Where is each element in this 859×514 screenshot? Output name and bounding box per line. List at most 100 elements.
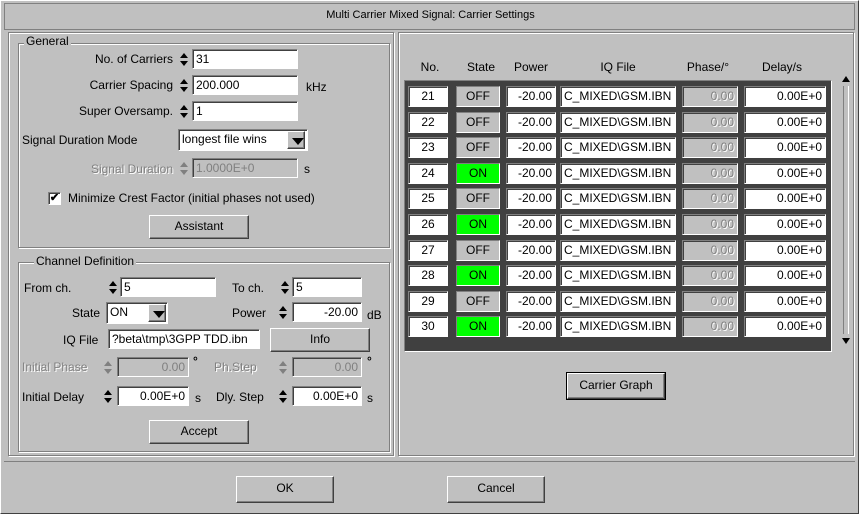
row-power[interactable]: -20.00: [506, 291, 556, 312]
row-power[interactable]: -20.00: [506, 163, 556, 184]
row-iq-file[interactable]: C_MIXED\GSM.IBN: [560, 137, 676, 158]
row-state[interactable]: OFF: [456, 86, 500, 107]
row-number[interactable]: 30: [408, 316, 448, 337]
row-state[interactable]: ON: [456, 214, 500, 235]
row-iq-file[interactable]: C_MIXED\GSM.IBN: [560, 163, 676, 184]
num-carriers-spinner-icon[interactable]: [179, 51, 189, 69]
row-number[interactable]: 25: [408, 188, 448, 209]
window-title: Multi Carrier Mixed Signal: Carrier Sett…: [324, 9, 537, 21]
initial-delay-input[interactable]: 0.00E+0: [117, 386, 189, 406]
minimize-crest-checkbox[interactable]: ✔: [48, 192, 61, 205]
signal-duration-label: Signal Duration: [90, 162, 173, 176]
info-button[interactable]: Info: [270, 328, 370, 352]
initial-phase-label: Initial Phase: [22, 360, 88, 374]
table-row[interactable]: 26 ON -20.00 C_MIXED\GSM.IBN 0.00 0.00E+0: [408, 214, 828, 236]
row-iq-file[interactable]: C_MIXED\GSM.IBN: [560, 265, 676, 286]
row-delay[interactable]: 0.00E+0: [744, 291, 826, 312]
scroll-up-icon[interactable]: [842, 76, 850, 82]
row-iq-file[interactable]: C_MIXED\GSM.IBN: [560, 214, 676, 235]
row-number[interactable]: 27: [408, 240, 448, 261]
row-delay[interactable]: 0.00E+0: [744, 137, 826, 158]
dly-step-unit: s: [367, 391, 373, 405]
super-oversamp-spinner-icon[interactable]: [179, 103, 189, 121]
to-channel-spinner-icon[interactable]: [280, 279, 290, 297]
row-phase: 0.00: [682, 137, 738, 158]
table-row[interactable]: 30 ON -20.00 C_MIXED\GSM.IBN 0.00 0.00E+0: [408, 316, 828, 338]
cancel-button[interactable]: Cancel: [447, 476, 545, 503]
row-power[interactable]: -20.00: [506, 188, 556, 209]
row-iq-file[interactable]: C_MIXED\GSM.IBN: [560, 316, 676, 337]
row-number[interactable]: 26: [408, 214, 448, 235]
row-power[interactable]: -20.00: [506, 112, 556, 133]
carrier-spacing-input[interactable]: 200.000: [192, 75, 298, 95]
row-state[interactable]: OFF: [456, 137, 500, 158]
col-header-delay: Delay/s: [761, 60, 802, 74]
row-state[interactable]: ON: [456, 163, 500, 184]
carrier-spacing-spinner-icon[interactable]: [179, 77, 189, 95]
row-power[interactable]: -20.00: [506, 86, 556, 107]
power-input[interactable]: -20.00: [292, 302, 362, 322]
table-row[interactable]: 29 OFF -20.00 C_MIXED\GSM.IBN 0.00 0.00E+0: [408, 291, 828, 313]
row-iq-file[interactable]: C_MIXED\GSM.IBN: [560, 112, 676, 133]
signal-duration-spinner-icon: [179, 160, 189, 178]
from-channel-input[interactable]: 5: [120, 277, 216, 297]
assistant-button[interactable]: Assistant: [149, 215, 249, 239]
row-state[interactable]: OFF: [456, 112, 500, 133]
initial-delay-spinner-icon[interactable]: [103, 388, 113, 406]
row-delay[interactable]: 0.00E+0: [744, 163, 826, 184]
state-chevron-down-icon[interactable]: [148, 304, 166, 322]
row-power[interactable]: -20.00: [506, 316, 556, 337]
row-power[interactable]: -20.00: [506, 265, 556, 286]
row-delay[interactable]: 0.00E+0: [744, 86, 826, 107]
row-power[interactable]: -20.00: [506, 137, 556, 158]
row-number[interactable]: 29: [408, 291, 448, 312]
row-iq-file[interactable]: C_MIXED\GSM.IBN: [560, 291, 676, 312]
row-delay[interactable]: 0.00E+0: [744, 316, 826, 337]
iq-file-input[interactable]: ?beta\tmp\3GPP TDD.ibn: [108, 329, 260, 349]
row-number[interactable]: 23: [408, 137, 448, 158]
row-state[interactable]: OFF: [456, 240, 500, 261]
table-row[interactable]: 24 ON -20.00 C_MIXED\GSM.IBN 0.00 0.00E+0: [408, 163, 828, 185]
dly-step-spinner-icon[interactable]: [278, 388, 288, 406]
row-phase: 0.00: [682, 265, 738, 286]
row-number[interactable]: 24: [408, 163, 448, 184]
chevron-down-icon[interactable]: [287, 131, 305, 149]
row-power[interactable]: -20.00: [506, 240, 556, 261]
row-state[interactable]: OFF: [456, 291, 500, 312]
row-state[interactable]: OFF: [456, 188, 500, 209]
row-iq-file[interactable]: C_MIXED\GSM.IBN: [560, 188, 676, 209]
row-delay[interactable]: 0.00E+0: [744, 265, 826, 286]
dly-step-input[interactable]: 0.00E+0: [292, 386, 362, 406]
row-iq-file[interactable]: C_MIXED\GSM.IBN: [560, 240, 676, 261]
table-row[interactable]: 28 ON -20.00 C_MIXED\GSM.IBN 0.00 0.00E+0: [408, 265, 828, 287]
scroll-down-icon[interactable]: [842, 338, 850, 344]
super-oversamp-input[interactable]: 1: [192, 101, 298, 121]
scroll-track[interactable]: [843, 86, 849, 334]
row-number[interactable]: 21: [408, 86, 448, 107]
row-power[interactable]: -20.00: [506, 214, 556, 235]
table-row[interactable]: 23 OFF -20.00 C_MIXED\GSM.IBN 0.00 0.00E+0: [408, 137, 828, 159]
to-channel-input[interactable]: 5: [292, 277, 362, 297]
row-number[interactable]: 28: [408, 265, 448, 286]
table-row[interactable]: 21 OFF -20.00 C_MIXED\GSM.IBN 0.00 0.00E+0: [408, 86, 828, 108]
row-delay[interactable]: 0.00E+0: [744, 240, 826, 261]
table-row[interactable]: 22 OFF -20.00 C_MIXED\GSM.IBN 0.00 0.00E+0: [408, 112, 828, 134]
table-scrollbar[interactable]: [840, 72, 852, 352]
row-delay[interactable]: 0.00E+0: [744, 112, 826, 133]
table-row[interactable]: 25 OFF -20.00 C_MIXED\GSM.IBN 0.00 0.00E+0: [408, 188, 828, 210]
from-channel-spinner-icon[interactable]: [108, 279, 118, 297]
table-row[interactable]: 27 OFF -20.00 C_MIXED\GSM.IBN 0.00 0.00E+0: [408, 240, 828, 262]
row-iq-file[interactable]: C_MIXED\GSM.IBN: [560, 86, 676, 107]
ok-button[interactable]: OK: [236, 476, 334, 503]
power-spinner-icon[interactable]: [278, 304, 288, 322]
accept-button[interactable]: Accept: [149, 420, 249, 444]
row-state[interactable]: ON: [456, 265, 500, 286]
carrier-graph-button[interactable]: Carrier Graph: [567, 373, 665, 399]
col-header-iq-file: IQ File: [600, 60, 636, 74]
num-carriers-input[interactable]: 31: [192, 49, 298, 69]
row-delay[interactable]: 0.00E+0: [744, 188, 826, 209]
row-delay[interactable]: 0.00E+0: [744, 214, 826, 235]
row-state[interactable]: ON: [456, 316, 500, 337]
row-number[interactable]: 22: [408, 112, 448, 133]
super-oversamp-label: Super Oversamp.: [78, 104, 173, 118]
